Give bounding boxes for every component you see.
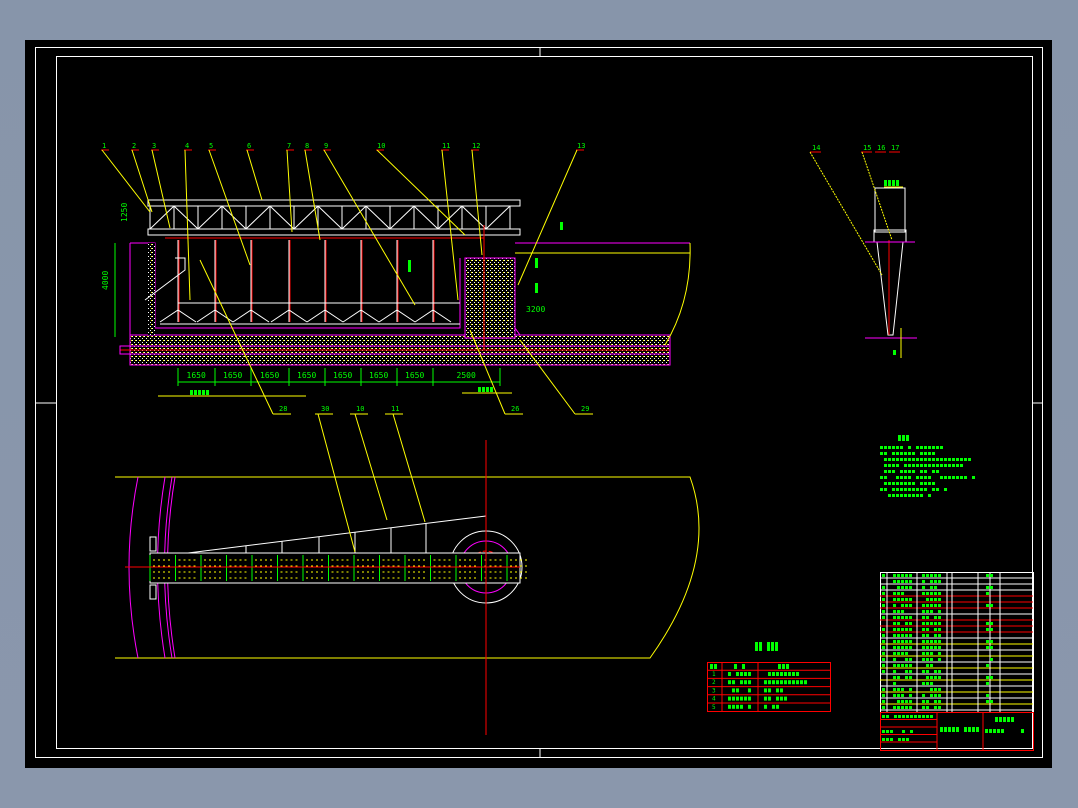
part-number-label: 7 bbox=[287, 142, 291, 150]
offset-dimension: 3200 bbox=[526, 305, 545, 314]
table-row-number: 4 bbox=[712, 696, 716, 703]
part-number-label: 15 bbox=[863, 144, 871, 152]
part-number-label: 14 bbox=[812, 144, 820, 152]
tank-left-wall bbox=[148, 243, 155, 335]
part-number-label: 11 bbox=[391, 405, 399, 413]
part-number-label: 30 bbox=[321, 405, 329, 413]
part-number-label: 13 bbox=[577, 142, 585, 150]
part-number-label: 26 bbox=[511, 405, 519, 413]
part-number-label: 8 bbox=[305, 142, 309, 150]
part-number-label: 12 bbox=[472, 142, 480, 150]
part-number-label: 9 bbox=[324, 142, 328, 150]
part-number-label: 29 bbox=[581, 405, 589, 413]
part-number-label: 10 bbox=[356, 405, 364, 413]
part-number-label: 1 bbox=[102, 142, 106, 150]
bay-dimension: 1650 bbox=[369, 371, 388, 380]
table-row-number: 1 bbox=[712, 671, 716, 678]
bay-dimension: 1650 bbox=[260, 371, 279, 380]
depth-dimension: 4000 bbox=[101, 271, 110, 290]
part-number-label: 16 bbox=[877, 144, 885, 152]
part-number-label: 3 bbox=[152, 142, 156, 150]
truss-height-dimension: 1250 bbox=[120, 203, 129, 222]
part-number-label: 2 bbox=[132, 142, 136, 150]
bay-dimension: 1650 bbox=[333, 371, 352, 380]
table-row-number: 2 bbox=[712, 679, 716, 686]
part-number-label: 28 bbox=[279, 405, 287, 413]
bay-dimension: 1650 bbox=[297, 371, 316, 380]
part-number-label: 4 bbox=[185, 142, 189, 150]
bay-dimension: 1650 bbox=[187, 371, 206, 380]
part-number-label: 10 bbox=[377, 142, 385, 150]
part-number-label: 11 bbox=[442, 142, 450, 150]
bay-dimension: 1650 bbox=[405, 371, 424, 380]
center-column bbox=[465, 258, 515, 338]
bay-dimension: 2500 bbox=[457, 371, 476, 380]
bay-dimension: 1650 bbox=[223, 371, 242, 380]
part-number-label: 17 bbox=[891, 144, 899, 152]
part-number-label: 6 bbox=[247, 142, 251, 150]
table-row-number: 5 bbox=[712, 704, 716, 711]
part-number-label: 5 bbox=[209, 142, 213, 150]
cad-drawing-sheet: 4000 1250 3200 1650 1650 1650 1650 1650 1650 1… bbox=[0, 0, 1078, 808]
table-row-number: 3 bbox=[712, 687, 716, 694]
